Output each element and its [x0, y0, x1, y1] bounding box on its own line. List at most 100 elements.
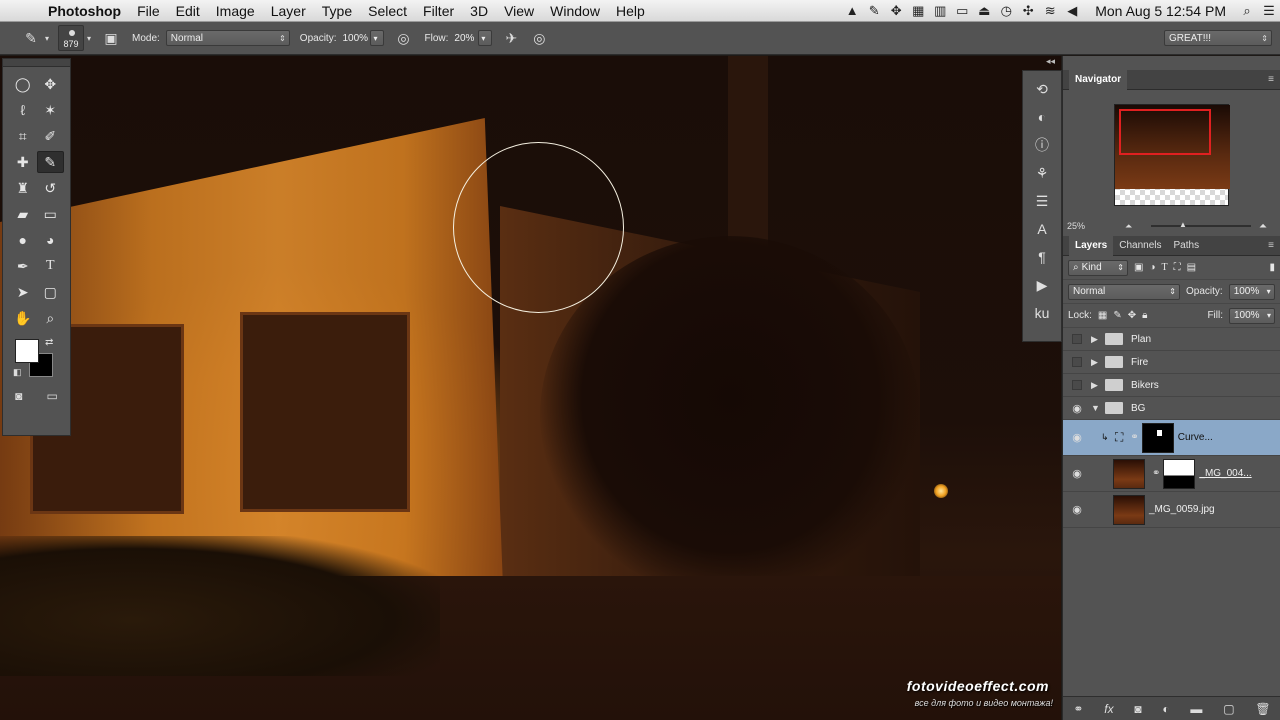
foreground-color-swatch[interactable]: [15, 339, 39, 363]
rectangle-tool-icon[interactable]: ▢: [37, 281, 65, 303]
airplay-icon[interactable]: ⏏: [973, 3, 995, 19]
menu-layer[interactable]: Layer: [263, 3, 314, 19]
blend-mode-dropdown[interactable]: Normal ⇕: [1068, 283, 1180, 300]
notification-center-icon[interactable]: ☰: [1258, 3, 1280, 19]
layer-style-icon[interactable]: fx: [1104, 702, 1113, 716]
panel-grip[interactable]: [3, 59, 70, 67]
filter-adjustment-icon[interactable]: ◑: [1149, 262, 1155, 273]
tab-navigator[interactable]: Navigator: [1069, 69, 1128, 90]
menu-filter[interactable]: Filter: [415, 3, 462, 19]
kuler-icon[interactable]: ku: [1030, 301, 1054, 325]
move-tool-icon[interactable]: ✥: [37, 73, 65, 95]
layer-row-mg004[interactable]: ◉ ⚭ _MG_004...: [1063, 456, 1280, 492]
layer-name[interactable]: Curve...: [1178, 432, 1213, 443]
new-adjustment-icon[interactable]: ◐: [1162, 702, 1169, 716]
eye-icon[interactable]: ◉: [1063, 467, 1091, 480]
menu-window[interactable]: Window: [542, 3, 608, 19]
lasso-tool-icon[interactable]: ℓ: [9, 99, 37, 121]
dodge-tool-icon[interactable]: ◕: [37, 229, 65, 251]
menu-help[interactable]: Help: [608, 3, 653, 19]
filter-smart-object-icon[interactable]: ▤: [1187, 262, 1196, 273]
link-layers-icon[interactable]: ⚭: [1073, 702, 1083, 716]
menu-type[interactable]: Type: [314, 3, 360, 19]
flow-dropdown[interactable]: ▾: [478, 30, 493, 46]
zoom-out-icon[interactable]: ⏶: [1125, 221, 1132, 232]
collapse-strip-icon[interactable]: ◂◂: [1046, 56, 1055, 70]
layer-name[interactable]: Bikers: [1131, 380, 1159, 391]
filter-toggle-icon[interactable]: ▮: [1269, 262, 1275, 273]
history-brush-tool-icon[interactable]: ↺: [37, 177, 65, 199]
actions-icon[interactable]: ▶: [1030, 273, 1054, 297]
wifi-icon[interactable]: ≋: [1039, 3, 1061, 19]
layer-row-fire[interactable]: ▶ Fire: [1063, 351, 1280, 374]
quick-mask-icon[interactable]: ◙: [15, 389, 22, 403]
menu-app-name[interactable]: Photoshop: [44, 3, 129, 19]
chevron-down-icon[interactable]: ▾: [84, 27, 94, 49]
info-icon[interactable]: ⓘ: [1030, 133, 1054, 157]
layer-mask-thumbnail[interactable]: [1141, 422, 1174, 453]
character-icon[interactable]: A: [1030, 217, 1054, 241]
gradient-tool-icon[interactable]: ▭: [37, 203, 65, 225]
lock-transparent-icon[interactable]: ▦: [1098, 310, 1107, 321]
new-group-icon[interactable]: ▬: [1190, 702, 1202, 716]
hand-tool-icon[interactable]: ✋: [9, 307, 37, 329]
link-chain-icon[interactable]: ⚭: [1130, 432, 1138, 443]
brush-size-picker[interactable]: 879: [58, 25, 84, 51]
tab-paths[interactable]: Paths: [1168, 236, 1206, 256]
filter-type-icon[interactable]: T: [1162, 262, 1168, 273]
filter-shape-icon[interactable]: ⛶: [1174, 262, 1181, 273]
menu-3d[interactable]: 3D: [462, 3, 496, 19]
puzzle-icon[interactable]: ✥: [885, 3, 907, 19]
crop-tool-icon[interactable]: ⌗: [9, 125, 37, 147]
zoom-in-icon[interactable]: ⏶: [1259, 221, 1267, 232]
navigator-view-box[interactable]: [1119, 109, 1211, 155]
eyedropper-tool-icon[interactable]: ✐: [37, 125, 65, 147]
navigator-zoom-slider[interactable]: [1151, 225, 1251, 227]
panel-menu-icon[interactable]: ≡: [1268, 74, 1274, 85]
bluetooth-icon[interactable]: ✣: [1017, 3, 1039, 19]
fill-field[interactable]: 100% ▾: [1229, 307, 1275, 324]
adjustments-icon[interactable]: ◐: [1030, 105, 1054, 129]
zoom-tool-icon[interactable]: ⌕: [37, 307, 65, 329]
layer-row-plan[interactable]: ▶ Plan: [1063, 328, 1280, 351]
blur-tool-icon[interactable]: ●: [9, 229, 37, 251]
add-mask-icon[interactable]: ◙: [1134, 702, 1141, 716]
paragraph-icon[interactable]: ¶: [1030, 245, 1054, 269]
display-icon[interactable]: ▭: [951, 3, 973, 19]
layer-row-bikers[interactable]: ▶ Bikers: [1063, 374, 1280, 397]
flow-field[interactable]: 20%: [454, 30, 478, 46]
disclosure-triangle-open-icon[interactable]: ▼: [1091, 403, 1105, 413]
drive-icon[interactable]: ▲: [841, 3, 863, 18]
delete-layer-icon[interactable]: 🗑︎: [1255, 702, 1270, 716]
navigator-zoom-value[interactable]: 25%: [1067, 221, 1085, 231]
menubar-clock[interactable]: Mon Aug 5 12:54 PM: [1083, 3, 1236, 19]
opacity-dropdown[interactable]: ▾: [370, 30, 385, 46]
time-machine-icon[interactable]: ◷: [995, 3, 1017, 19]
history-icon[interactable]: ⟲: [1030, 77, 1054, 101]
mode-dropdown[interactable]: Normal ⇕: [165, 30, 290, 46]
layer-thumbnail[interactable]: [1113, 494, 1145, 525]
eraser-tool-icon[interactable]: ▰: [9, 203, 37, 225]
chevron-down-icon[interactable]: ▾: [42, 27, 52, 49]
opacity-field[interactable]: 100%: [342, 30, 370, 46]
lock-image-icon[interactable]: ✎: [1113, 310, 1121, 321]
pressure-size-icon[interactable]: ◎: [528, 27, 550, 49]
eye-icon[interactable]: ◉: [1063, 431, 1091, 444]
evernote-icon[interactable]: ✎: [863, 3, 885, 19]
disclosure-triangle-icon[interactable]: ▶: [1091, 380, 1105, 391]
tab-channels[interactable]: Channels: [1113, 236, 1167, 256]
brush-panel-icon[interactable]: ▣: [100, 27, 122, 49]
eye-icon[interactable]: ◉: [1063, 503, 1091, 516]
document-canvas[interactable]: fotovideoeffect.com все для фото и видео…: [0, 56, 1061, 720]
menu-edit[interactable]: Edit: [168, 3, 208, 19]
layer-name[interactable]: _MG_0059.jpg: [1149, 504, 1215, 515]
new-layer-icon[interactable]: ▢: [1223, 702, 1234, 716]
airbrush-icon[interactable]: ✈: [500, 27, 522, 49]
tab-layers[interactable]: Layers: [1069, 235, 1114, 256]
lock-all-icon[interactable]: 🔒︎: [1142, 310, 1147, 321]
elliptical-marquee-tool-icon[interactable]: ◯: [9, 73, 37, 95]
layer-mask-thumbnail[interactable]: [1163, 458, 1196, 489]
layer-name[interactable]: Fire: [1131, 357, 1148, 368]
layer-name[interactable]: _MG_004...: [1199, 468, 1251, 479]
menu-file[interactable]: File: [129, 3, 168, 19]
